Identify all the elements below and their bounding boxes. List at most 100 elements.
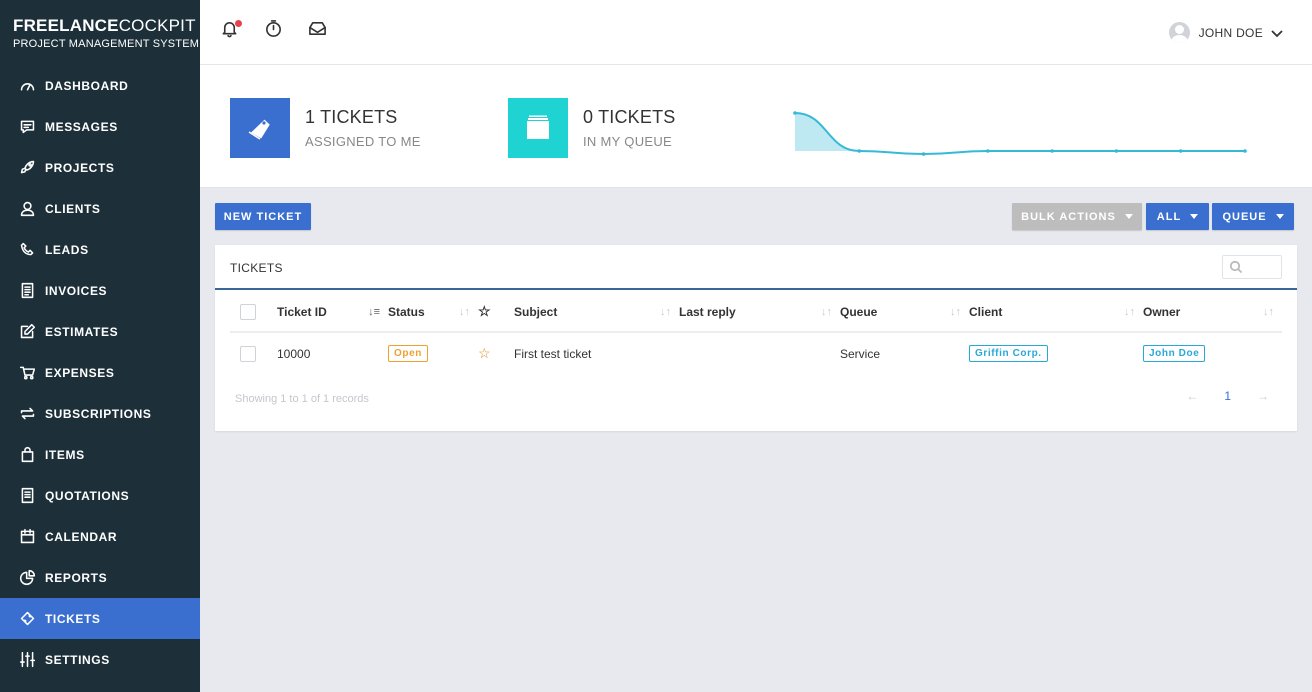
sparkline-point (1178, 149, 1183, 153)
sidebar: FREELANCECOCKPIT PROJECT MANAGEMENT SYST… (0, 0, 200, 692)
caret-down-icon (1124, 214, 1133, 219)
sidebar-item-reports[interactable]: REPORTS (0, 557, 200, 598)
star-outline-icon: ☆ (478, 303, 491, 319)
sidebar-item-expenses[interactable]: EXPENSES (0, 352, 200, 393)
tag-icon (248, 119, 270, 140)
sidebar-item-label: ITEMS (45, 447, 85, 462)
rocket-icon (18, 159, 36, 177)
column-client[interactable]: Client ↓↑ (969, 292, 1143, 333)
column-subject[interactable]: Subject ↓↑ (514, 292, 679, 333)
column-last-reply[interactable]: Last reply ↓↑ (679, 292, 840, 333)
brand[interactable]: FREELANCECOCKPIT PROJECT MANAGEMENT SYST… (0, 0, 200, 65)
message-icon (18, 118, 36, 136)
status-badge: Open (388, 345, 428, 362)
stat-assigned-text: 1 TICKETS ASSIGNED TO ME (305, 107, 421, 149)
sidebar-item-projects[interactable]: PROJECTS (0, 147, 200, 188)
sidebar-item-label: REPORTS (45, 570, 108, 585)
column-label: Status (388, 304, 425, 319)
client-badge[interactable]: Griffin Corp. (969, 345, 1048, 362)
pie-chart-icon (18, 569, 36, 587)
user-menu[interactable]: JOHN DOE (1168, 22, 1284, 43)
tickets-card-header: TICKETS (215, 245, 1297, 290)
pagination: ← 1 → (1186, 389, 1269, 403)
repeat-icon (18, 405, 36, 423)
sidebar-item-quotations[interactable]: QUOTATIONS (0, 475, 200, 516)
brand-name-bold: FREELANCE (13, 16, 119, 35)
sidebar-item-items[interactable]: ITEMS (0, 434, 200, 475)
sparkline-point (1114, 149, 1119, 153)
sidebar-nav: DASHBOARD MESSAGES PROJECTS CLIENTS LEAD… (0, 65, 200, 680)
sparkline-point (793, 111, 797, 115)
sidebar-item-invoices[interactable]: INVOICES (0, 270, 200, 311)
notifications-bell-icon[interactable] (220, 19, 242, 39)
brand-name-light: COCKPIT (118, 16, 196, 35)
sidebar-item-estimates[interactable]: ESTIMATES (0, 311, 200, 352)
owner-badge[interactable]: John Doe (1143, 345, 1206, 362)
sidebar-item-label: INVOICES (45, 283, 108, 298)
column-status[interactable]: Status ↓↑ (388, 292, 478, 333)
stat-assigned-icon-box (230, 98, 290, 158)
page-number[interactable]: 1 (1224, 389, 1231, 403)
phone-icon (18, 241, 36, 259)
prev-page-icon[interactable]: ← (1186, 389, 1198, 403)
new-ticket-button[interactable]: NEW TICKET (215, 203, 311, 230)
search-icon (1229, 260, 1243, 274)
select-all-checkbox[interactable] (240, 303, 256, 320)
column-label: Owner (1143, 304, 1181, 319)
caret-down-icon (1190, 214, 1199, 219)
bulk-actions-button[interactable]: BULK ACTIONS (1012, 203, 1142, 230)
bulk-actions-label: BULK ACTIONS (1021, 210, 1116, 223)
column-ticket-id[interactable]: Ticket ID ↓≡ (277, 292, 388, 333)
stat-queue-icon-box (508, 98, 568, 158)
sidebar-item-dashboard[interactable]: DASHBOARD (0, 65, 200, 106)
user-name: JOHN DOE (1198, 25, 1263, 40)
table-row[interactable]: 10000 Open ☆ First test ticket Service G… (230, 332, 1282, 374)
sidebar-item-subscriptions[interactable]: SUBSCRIPTIONS (0, 393, 200, 434)
timer-icon[interactable] (264, 19, 284, 39)
sidebar-item-label: SUBSCRIPTIONS (45, 406, 152, 421)
status-cell: Open (388, 332, 478, 374)
sidebar-item-settings[interactable]: SETTINGS (0, 639, 200, 680)
filter-all-button[interactable]: ALL (1146, 203, 1209, 230)
column-label: Queue (840, 304, 878, 319)
sidebar-item-label: SETTINGS (45, 652, 110, 667)
subject-cell[interactable]: First test ticket (514, 332, 679, 374)
sidebar-item-tickets[interactable]: TICKETS (0, 598, 200, 639)
stat-queue-caption: IN MY QUEUE (583, 134, 673, 149)
sort-desc-icon: ↓≡ (368, 306, 380, 318)
sidebar-item-label: LEADS (45, 242, 89, 257)
sort-icon: ↓↑ (459, 306, 470, 318)
brand-name: FREELANCECOCKPIT (13, 16, 200, 35)
column-label: Subject (514, 304, 558, 319)
sort-icon: ↓↑ (821, 306, 832, 318)
inbox-icon[interactable] (308, 19, 328, 39)
sparkline-point (1050, 149, 1054, 153)
table-header-row: Ticket ID ↓≡ Status ↓↑ ☆ Subject ↓↑ Last re… (230, 292, 1282, 333)
ticket-id-cell[interactable]: 10000 (277, 332, 388, 374)
next-page-icon[interactable]: → (1257, 389, 1269, 403)
sidebar-item-messages[interactable]: MESSAGES (0, 106, 200, 147)
sidebar-item-calendar[interactable]: CALENDAR (0, 516, 200, 557)
queue-cell: Service (840, 346, 881, 361)
star-icon[interactable]: ☆ (478, 345, 491, 361)
stat-assigned: 1 TICKETS ASSIGNED TO ME (230, 98, 421, 158)
sidebar-item-label: DASHBOARD (45, 78, 129, 93)
queue-button[interactable]: QUEUE (1212, 203, 1294, 230)
sparkline-line (794, 112, 1245, 156)
ticket-icon (18, 610, 36, 628)
column-owner[interactable]: Owner ↓↑ (1143, 292, 1282, 333)
tickets-sparkline (793, 111, 1247, 156)
search-input[interactable] (1222, 255, 1282, 279)
column-queue[interactable]: Queue ↓↑ (840, 292, 969, 333)
edit-icon (18, 323, 36, 341)
sidebar-item-leads[interactable]: LEADS (0, 229, 200, 270)
column-label: Last reply (679, 304, 736, 319)
sidebar-item-clients[interactable]: CLIENTS (0, 188, 200, 229)
stat-queue-text: 0 TICKETS IN MY QUEUE (583, 107, 676, 149)
bag-icon (18, 446, 36, 464)
gauge-icon (18, 77, 36, 95)
caret-down-icon (1275, 214, 1284, 219)
tickets-card-title: TICKETS (230, 261, 283, 275)
row-checkbox[interactable] (240, 345, 256, 362)
tickets-table: Ticket ID ↓≡ Status ↓↑ ☆ Subject ↓↑ Last re… (230, 292, 1282, 374)
